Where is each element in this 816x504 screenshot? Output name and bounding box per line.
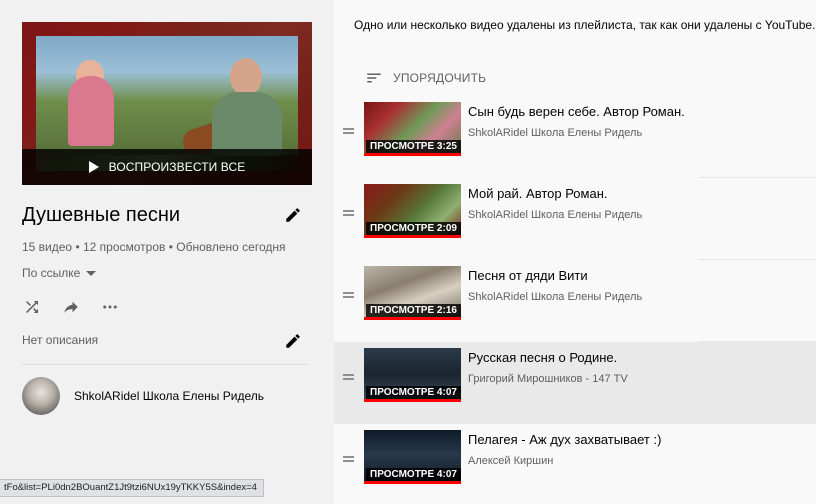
video-thumbnail[interactable]: ПРОСМОТРЕ 4:07 [364, 348, 461, 402]
video-channel[interactable]: ShkolARidel Школа Елены Ридель [468, 127, 642, 139]
sort-button[interactable]: УПОРЯДОЧИТЬ [364, 68, 486, 88]
video-title[interactable]: Сын будь верен себе. Автор Роман. [468, 104, 685, 119]
playlist-video-item[interactable]: ПРОСМОТРЕ 2:16 Песня от дяди Вити ShkolARi… [334, 260, 816, 342]
play-all-button[interactable]: ВОСПРОИЗВЕСТИ ВСЕ [22, 149, 312, 185]
video-thumbnail[interactable]: ПРОСМОТРЕ 2:16 [364, 266, 461, 320]
video-title[interactable]: Песня от дяди Вити [468, 268, 588, 283]
playlist-meta: 15 видео • 12 просмотров • Обновлено сег… [22, 240, 286, 254]
watched-overlay: ПРОСМОТРЕ 4:07 [366, 386, 461, 399]
watch-progress-bar [364, 235, 461, 238]
play-all-label: ВОСПРОИЗВЕСТИ ВСЕ [108, 160, 246, 174]
playlist-sidebar: ВОСПРОИЗВЕСТИ ВСЕ Душевные песни 15 виде… [0, 0, 334, 504]
video-title[interactable]: Пелагея - Аж дух захватывает :) [468, 432, 661, 447]
divider [22, 364, 308, 365]
drag-handle-icon[interactable] [343, 292, 354, 298]
video-thumbnail[interactable]: ПРОСМОТРЕ 4:07 [364, 430, 461, 484]
playlist-video-item[interactable]: ПРОСМОТРЕ 4:07 Русская песня о Родине. Гри… [334, 342, 816, 424]
status-bar-url: tFo&list=PLi0dn2BOuantZ1Jt9tzi6NUx19yTKK… [0, 479, 264, 497]
watched-overlay: ПРОСМОТРЕ 3:25 [366, 140, 461, 153]
video-channel[interactable]: Григорий Мирошников - 147 TV [468, 373, 628, 385]
playlist-hero-thumbnail[interactable]: ВОСПРОИЗВЕСТИ ВСЕ [22, 22, 312, 185]
playlist-video-item[interactable]: ПРОСМОТРЕ 4:07 Пелагея - Аж дух захватыва… [334, 424, 816, 504]
video-title[interactable]: Мой рай. Автор Роман. [468, 186, 607, 201]
playlist-title: Душевные песни [22, 204, 181, 226]
avatar[interactable] [22, 377, 60, 415]
edit-title-icon[interactable] [283, 205, 303, 225]
drag-handle-icon[interactable] [343, 456, 354, 462]
video-channel[interactable]: Алексей Киршин [468, 455, 553, 467]
watched-overlay: ПРОСМОТРЕ 2:16 [366, 304, 461, 317]
sort-icon [364, 68, 384, 88]
playlist-actions [22, 297, 120, 317]
owner-name[interactable]: ShkolARidel Школа Елены Ридель [74, 389, 264, 403]
video-channel[interactable]: ShkolARidel Школа Елены Ридель [468, 209, 642, 221]
drag-handle-icon[interactable] [343, 210, 354, 216]
playlist-owner[interactable]: ShkolARidel Школа Елены Ридель [22, 377, 264, 415]
video-title[interactable]: Русская песня о Родине. [468, 350, 617, 365]
video-thumbnail[interactable]: ПРОСМОТРЕ 3:25 [364, 102, 461, 156]
privacy-label: По ссылке [22, 266, 81, 280]
watch-progress-bar [364, 317, 461, 320]
video-channel[interactable]: ShkolARidel Школа Елены Ридель [468, 291, 642, 303]
more-options-icon[interactable] [100, 297, 120, 317]
watch-progress-bar [364, 153, 461, 156]
video-thumbnail[interactable]: ПРОСМОТРЕ 2:09 [364, 184, 461, 238]
shuffle-icon[interactable] [22, 297, 42, 317]
drag-handle-icon[interactable] [343, 128, 354, 134]
share-icon[interactable] [61, 297, 81, 317]
sort-label: УПОРЯДОЧИТЬ [393, 71, 487, 85]
watch-progress-bar [364, 481, 461, 484]
playlist-description: Нет описания [22, 333, 99, 347]
play-icon [88, 161, 99, 173]
playlist-video-item[interactable]: ПРОСМОТРЕ 2:09 Мой рай. Автор Роман. Shkol… [334, 178, 816, 260]
privacy-dropdown[interactable]: По ссылке [22, 266, 97, 280]
removed-videos-notice: Одно или несколько видео удалены из плей… [354, 18, 816, 32]
playlist-video-item[interactable]: ПРОСМОТРЕ 3:25 Сын будь верен себе. Автор… [334, 96, 816, 178]
edit-description-icon[interactable] [283, 331, 303, 351]
drag-handle-icon[interactable] [343, 374, 354, 380]
watched-overlay: ПРОСМОТРЕ 2:09 [366, 222, 461, 235]
watched-overlay: ПРОСМОТРЕ 4:07 [366, 468, 461, 481]
chevron-down-icon [86, 270, 97, 276]
watch-progress-bar [364, 399, 461, 402]
